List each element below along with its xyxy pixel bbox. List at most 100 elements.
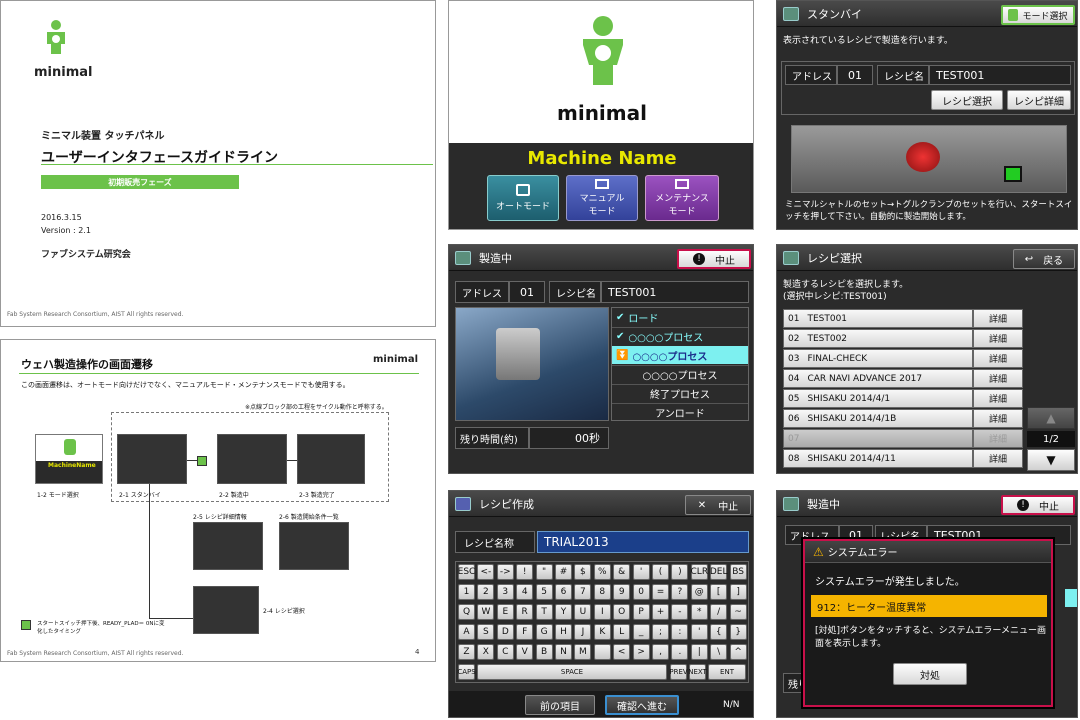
recipe-row[interactable]: 05 SHISAKU 2014/4/1 詳細 — [783, 389, 1023, 408]
key[interactable]: T — [535, 604, 553, 620]
action-button[interactable]: 対処 — [893, 663, 967, 685]
key[interactable]: J — [574, 624, 592, 640]
maintenance-mode-button[interactable]: メンテナンス モード — [645, 175, 719, 221]
key[interactable]: ] — [729, 584, 747, 600]
key[interactable]: A — [458, 624, 475, 640]
recipe-detail-button[interactable]: 詳細 — [973, 409, 1023, 428]
key[interactable]: < — [613, 644, 631, 660]
recipe-row[interactable]: 01 TEST001 詳細 — [783, 309, 1023, 328]
key[interactable]: M — [574, 644, 592, 660]
next-key[interactable]: NEXT — [688, 664, 707, 680]
caps-key[interactable]: CAPS — [457, 664, 476, 680]
key[interactable]: 7 — [574, 584, 592, 600]
key[interactable]: & — [613, 564, 631, 580]
key[interactable]: # — [555, 564, 572, 580]
recipe-row[interactable]: 03 FINAL-CHECK 詳細 — [783, 349, 1023, 368]
auto-mode-button[interactable]: オートモード — [487, 175, 559, 221]
back-button[interactable]: ↩ 戻る — [1013, 249, 1075, 269]
key[interactable]: ~ — [729, 604, 747, 620]
key[interactable]: [ — [710, 584, 728, 600]
key[interactable]: R — [516, 604, 534, 620]
key[interactable]: + — [652, 604, 669, 620]
key[interactable]: ' — [632, 564, 650, 580]
key[interactable]: ) — [671, 564, 689, 580]
recipe-detail-button[interactable]: 詳細 — [973, 389, 1023, 408]
recipe-row[interactable]: 02 TEST002 詳細 — [783, 329, 1023, 348]
recipe-row[interactable]: 06 SHISAKU 2014/4/1B 詳細 — [783, 409, 1023, 428]
key[interactable]: 2 — [477, 584, 495, 600]
key[interactable]: . — [671, 644, 689, 660]
key[interactable]: CLR — [691, 564, 708, 580]
key[interactable]: " — [535, 564, 553, 580]
key[interactable]: ' — [690, 624, 708, 640]
stop-button[interactable]: ✕ 中止 — [685, 495, 751, 515]
recipe-detail-button[interactable]: 詳細 — [973, 349, 1023, 368]
key[interactable]: ; — [652, 624, 669, 640]
key[interactable]: % — [593, 564, 611, 580]
recipe-row[interactable]: 08 SHISAKU 2014/4/11 詳細 — [783, 449, 1023, 468]
recipe-detail-button[interactable]: 詳細 — [973, 429, 1023, 448]
recipe-detail-button[interactable]: 詳細 — [973, 329, 1023, 348]
key[interactable]: N — [555, 644, 572, 660]
key[interactable]: L — [613, 624, 631, 640]
key[interactable]: H — [555, 624, 572, 640]
stop-button[interactable]: ! 中止 — [1001, 495, 1075, 515]
key[interactable]: } — [729, 624, 747, 640]
key[interactable]: ? — [671, 584, 689, 600]
key[interactable]: Q — [458, 604, 475, 620]
key[interactable]: : — [671, 624, 689, 640]
key[interactable]: 4 — [516, 584, 534, 600]
key[interactable]: O — [613, 604, 631, 620]
page-up-button[interactable]: ▲ — [1027, 407, 1075, 429]
key[interactable]: E — [496, 604, 514, 620]
key[interactable]: 9 — [613, 584, 631, 600]
key[interactable]: DEL — [710, 564, 728, 580]
key[interactable]: 1 — [458, 584, 475, 600]
key[interactable]: * — [690, 604, 708, 620]
enter-key[interactable]: ENT — [708, 664, 746, 680]
key[interactable]: Y — [555, 604, 572, 620]
recipe-detail-button[interactable]: 詳細 — [973, 309, 1023, 328]
key[interactable]: ( — [652, 564, 669, 580]
key[interactable]: 0 — [632, 584, 650, 600]
key[interactable]: K — [593, 624, 611, 640]
key[interactable]: | — [690, 644, 708, 660]
recipe-detail-button[interactable]: 詳細 — [973, 369, 1023, 388]
key[interactable]: \ — [710, 644, 728, 660]
recipe-name-input[interactable]: TRIAL2013 — [537, 531, 749, 553]
key[interactable]: = — [652, 584, 669, 600]
key[interactable]: 5 — [535, 584, 553, 600]
key[interactable]: C — [496, 644, 514, 660]
key[interactable]: @ — [690, 584, 708, 600]
key[interactable]: 3 — [496, 584, 514, 600]
key[interactable]: B — [535, 644, 553, 660]
key[interactable]: <- — [477, 564, 495, 580]
key[interactable]: U — [574, 604, 592, 620]
key[interactable]: W — [477, 604, 495, 620]
key[interactable]: { — [710, 624, 728, 640]
key[interactable]: BS — [729, 564, 747, 580]
recipe-row[interactable]: 04 CAR NAVI ADVANCE 2017 詳細 — [783, 369, 1023, 388]
key[interactable]: _ — [632, 624, 650, 640]
key[interactable]: X — [477, 644, 495, 660]
page-down-button[interactable]: ▼ — [1027, 449, 1075, 471]
key[interactable]: $ — [574, 564, 592, 580]
key[interactable]: F — [516, 624, 534, 640]
key[interactable]: G — [535, 624, 553, 640]
confirm-next-button[interactable]: 確認へ進む — [605, 695, 679, 715]
key[interactable]: ^ — [729, 644, 747, 660]
key[interactable]: D — [496, 624, 514, 640]
recipe-row[interactable]: 07 詳細 — [783, 429, 1023, 448]
key[interactable]: 8 — [593, 584, 611, 600]
key[interactable]: / — [710, 604, 728, 620]
key[interactable]: P — [632, 604, 650, 620]
key[interactable]: - — [671, 604, 689, 620]
previous-item-button[interactable]: 前の項目 — [525, 695, 595, 715]
key[interactable] — [593, 644, 611, 660]
mode-select-button[interactable]: モード選択 — [1001, 5, 1075, 25]
recipe-detail-button[interactable]: 詳細 — [973, 449, 1023, 468]
key[interactable]: Z — [458, 644, 475, 660]
key[interactable]: V — [516, 644, 534, 660]
key[interactable]: ! — [516, 564, 534, 580]
key[interactable]: I — [593, 604, 611, 620]
